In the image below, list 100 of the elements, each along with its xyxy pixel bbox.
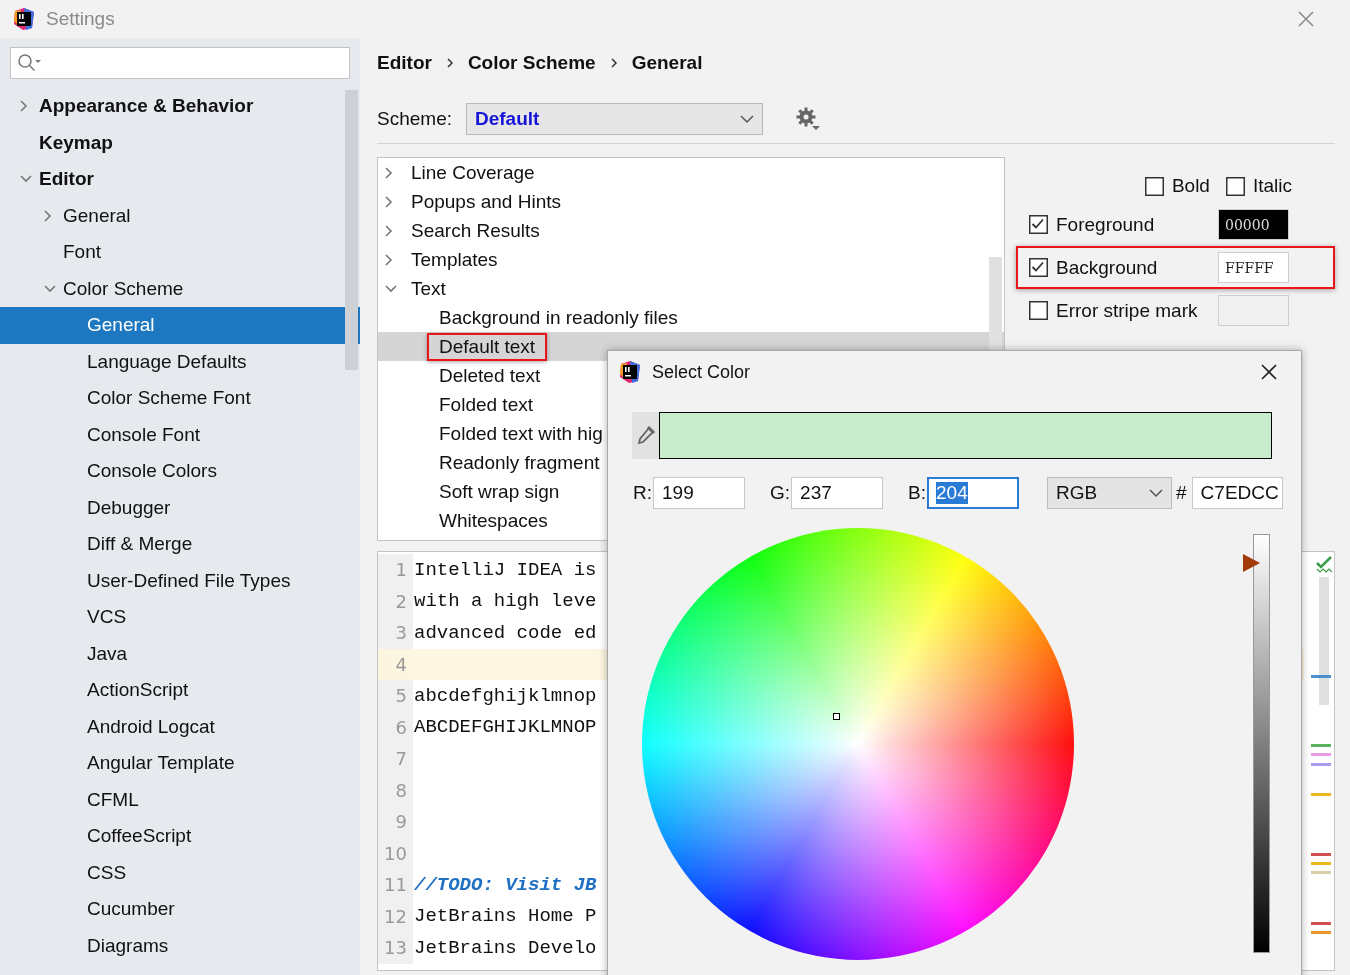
checkbox-label: Foreground xyxy=(1056,213,1155,236)
tree-item[interactable]: Popups and Hints xyxy=(378,187,1004,216)
sidebar-item[interactable]: Console Colors xyxy=(0,453,360,490)
close-icon[interactable] xyxy=(1261,364,1277,380)
sidebar-item[interactable]: Color Scheme Font xyxy=(0,380,360,417)
checkbox-label: Error stripe mark xyxy=(1056,299,1198,322)
window-title: Settings xyxy=(46,8,116,30)
checkbox-label: Italic xyxy=(1252,175,1292,197)
field-label: B: xyxy=(908,482,926,504)
checkbox-label: Background xyxy=(1056,256,1158,279)
color-swatch[interactable] xyxy=(1218,295,1289,326)
code-line: ABCDEFGHIJKLMNOP xyxy=(413,716,597,739)
tree-item[interactable]: Background in readonly files xyxy=(378,303,1004,332)
line-number: 8 xyxy=(378,774,413,806)
sidebar-item[interactable]: User-Defined File Types xyxy=(0,562,360,599)
chevron-right-icon[interactable] xyxy=(384,165,394,180)
sidebar-item[interactable]: Font xyxy=(0,234,360,271)
tree-item[interactable]: Search Results xyxy=(378,216,1004,245)
sidebar-item[interactable]: Android Logcat xyxy=(0,708,360,745)
mode-dropdown[interactable]: RGB xyxy=(1047,477,1172,509)
line-number: 1 xyxy=(378,554,413,586)
line-number: 5 xyxy=(378,680,413,712)
color-swatch[interactable]: FFFFF xyxy=(1218,252,1289,283)
checkbox[interactable] xyxy=(1029,258,1048,277)
sidebar-item[interactable]: Keymap xyxy=(0,124,360,161)
code-line: JetBrains Home P xyxy=(413,905,597,928)
color-swatch[interactable]: 00000 xyxy=(1218,209,1289,240)
sidebar-item[interactable]: Editor xyxy=(0,161,360,198)
input-field[interactable]: 204 xyxy=(927,477,1019,509)
line-number: 11 xyxy=(378,869,413,901)
sidebar-item[interactable]: VCS xyxy=(0,599,360,636)
field-label: R: xyxy=(633,482,652,504)
code-comment: //TODO: Visit JB xyxy=(413,873,597,896)
breadcrumb-item[interactable]: General xyxy=(631,52,703,74)
sidebar-item[interactable]: Appearance & Behavior xyxy=(0,88,360,125)
sidebar-item[interactable]: Diff & Merge xyxy=(0,526,360,563)
color-marker[interactable] xyxy=(833,713,841,721)
chevron-right-icon[interactable] xyxy=(43,208,53,223)
scrollbar[interactable] xyxy=(345,90,358,370)
chevron-right-icon[interactable] xyxy=(384,223,394,238)
input-field[interactable]: 199 xyxy=(653,477,745,509)
sidebar-item[interactable]: Diagrams xyxy=(0,927,360,964)
breadcrumb-separator-icon xyxy=(445,57,454,69)
sidebar-item[interactable]: Java xyxy=(0,635,360,672)
settings-icon[interactable] xyxy=(795,106,821,132)
sidebar-item[interactable]: Debugger xyxy=(0,489,360,526)
sidebar-item[interactable]: CoffeeScript xyxy=(0,818,360,855)
app-logo-icon xyxy=(12,7,36,31)
line-number: 2 xyxy=(378,585,413,617)
line-number: 13 xyxy=(378,932,413,964)
checkbox[interactable] xyxy=(1144,176,1164,196)
line-number: 10 xyxy=(378,837,413,869)
sidebar-item[interactable]: Language Defaults xyxy=(0,343,360,380)
input-field[interactable]: 237 xyxy=(791,477,884,509)
sidebar-item[interactable]: Cucumber xyxy=(0,891,360,928)
checkbox-label: Bold xyxy=(1171,175,1210,197)
sidebar-item[interactable]: Console Font xyxy=(0,416,360,453)
breadcrumb-item[interactable]: Color Scheme xyxy=(467,52,596,74)
checkbox[interactable] xyxy=(1029,215,1048,234)
line-number: 7 xyxy=(378,743,413,775)
brightness-slider[interactable] xyxy=(1242,534,1270,953)
sidebar-item[interactable]: Color Scheme xyxy=(0,270,360,307)
breadcrumb-item[interactable]: Editor xyxy=(377,52,432,74)
search-icon xyxy=(17,53,43,73)
slider-thumb[interactable] xyxy=(1242,553,1261,574)
sidebar-item[interactable]: CSS xyxy=(0,854,360,891)
sidebar-item[interactable]: General xyxy=(0,307,360,344)
line-number: 6 xyxy=(378,711,413,743)
eyedropper-button[interactable] xyxy=(632,412,659,459)
chevron-down-icon[interactable] xyxy=(384,283,398,294)
tree-item[interactable]: Templates xyxy=(378,245,1004,274)
chevron-down-icon[interactable] xyxy=(43,283,57,294)
breadcrumb-separator-icon xyxy=(609,57,618,69)
code-line: with a high leve xyxy=(413,590,597,613)
dialog-title: Select Color xyxy=(652,361,752,383)
chevron-right-icon[interactable] xyxy=(19,99,29,114)
code-line: IntelliJ IDEA is xyxy=(413,558,597,581)
chevron-right-icon[interactable] xyxy=(384,252,394,267)
checkbox[interactable] xyxy=(1225,176,1245,196)
input-field[interactable]: C7EDCC xyxy=(1191,477,1283,509)
code-line: advanced code ed xyxy=(413,621,597,644)
tree-item[interactable]: Line Coverage xyxy=(378,158,1004,187)
eyedropper-icon xyxy=(635,424,656,447)
sidebar-item[interactable]: General xyxy=(0,197,360,234)
chevron-right-icon[interactable] xyxy=(384,194,394,209)
field-label: G: xyxy=(770,482,791,504)
line-number: 12 xyxy=(378,900,413,932)
chevron-down-icon[interactable] xyxy=(19,174,33,185)
search-field[interactable] xyxy=(10,47,350,79)
sidebar-item[interactable]: ActionScript xyxy=(0,672,360,709)
line-number: 3 xyxy=(378,617,413,649)
checkbox[interactable] xyxy=(1029,301,1048,320)
scheme-dropdown[interactable]: Default xyxy=(466,103,763,135)
sidebar-item[interactable]: Angular Template xyxy=(0,745,360,782)
check-icon xyxy=(1315,556,1333,574)
app-logo-icon xyxy=(618,360,642,384)
field-label: # xyxy=(1176,482,1187,504)
tree-item[interactable]: Text xyxy=(378,274,1004,303)
code-line: JetBrains Develo xyxy=(413,936,597,959)
sidebar-item[interactable]: CFML xyxy=(0,781,360,818)
